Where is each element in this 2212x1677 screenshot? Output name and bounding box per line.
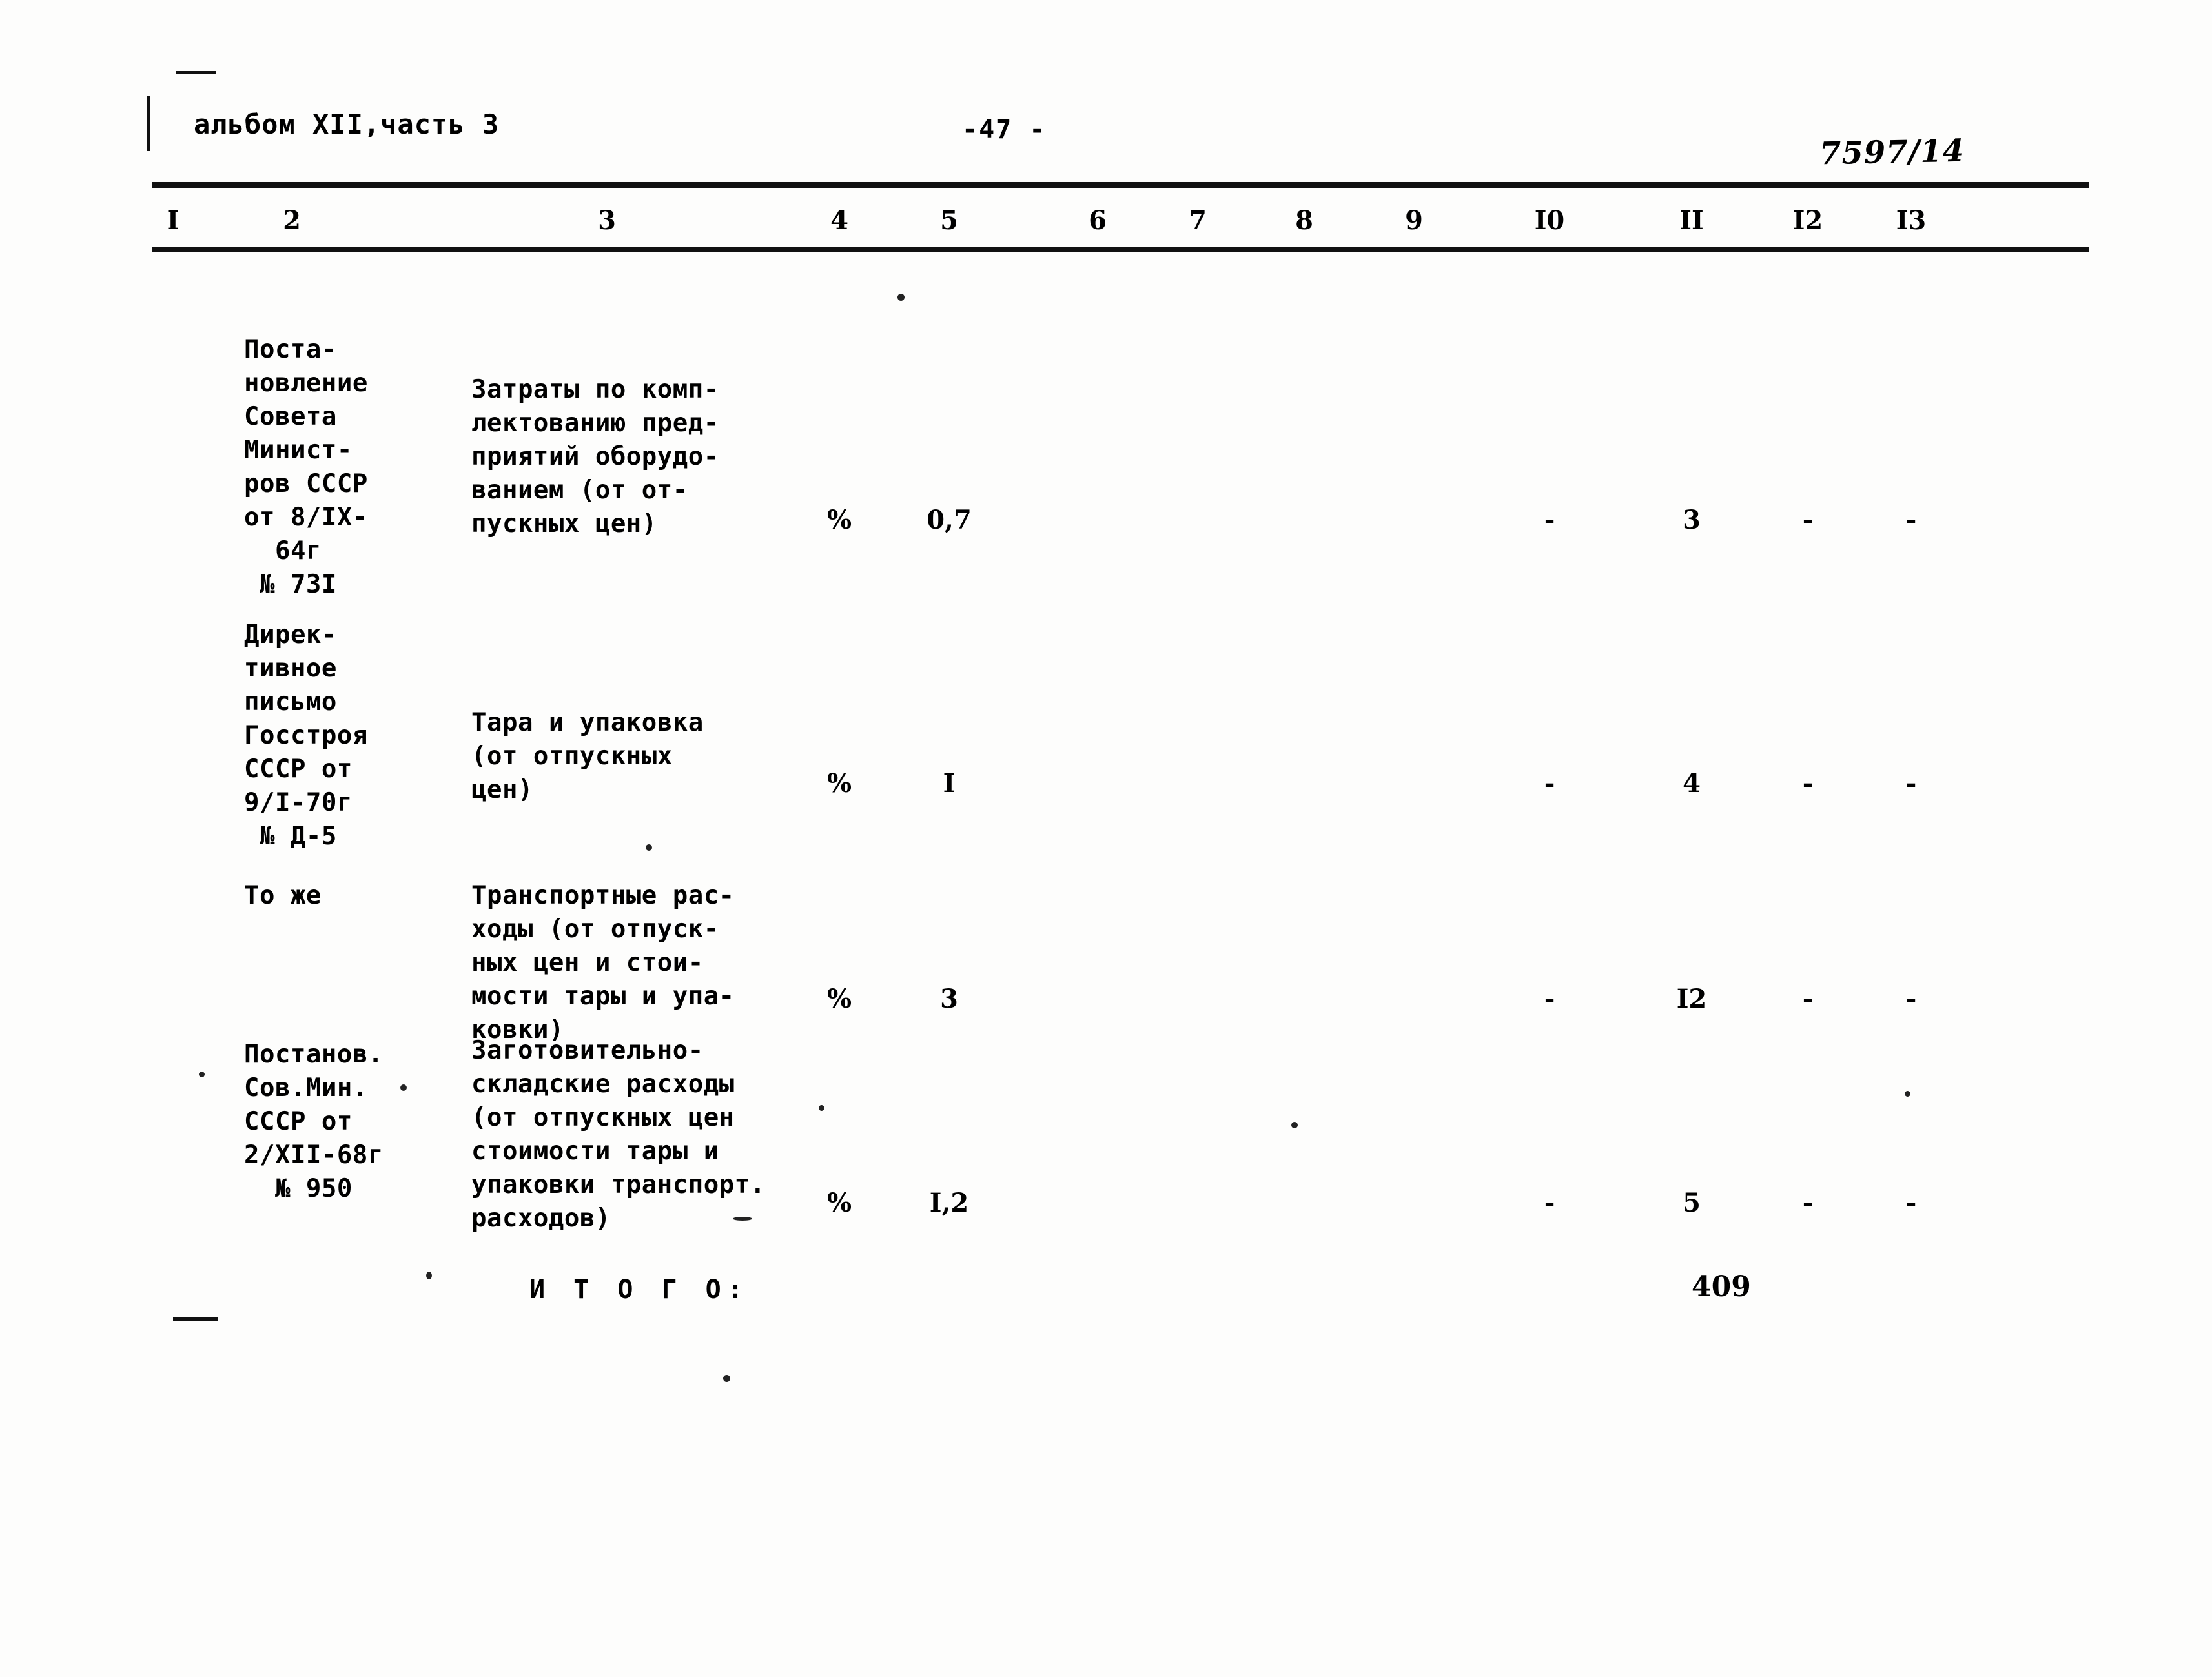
archive-stamp-number: 7597/14 bbox=[1819, 132, 1965, 172]
left-margin-bar bbox=[147, 96, 150, 151]
cell-value-col13: - bbox=[1905, 505, 1917, 535]
scan-speck bbox=[646, 844, 652, 851]
cell-value-col5: I,2 bbox=[929, 1188, 969, 1218]
cell-value-col4: % bbox=[826, 984, 852, 1014]
table-header-rule bbox=[152, 247, 2089, 252]
total-value: 409 bbox=[1692, 1270, 1751, 1303]
cell-value-col5: 3 bbox=[940, 984, 958, 1014]
cell-value-col11: 5 bbox=[1683, 1188, 1701, 1218]
cell-value-col5: I bbox=[943, 768, 956, 798]
cell-value-col10: - bbox=[1544, 505, 1555, 535]
cell-value-col10: - bbox=[1544, 1188, 1555, 1218]
cell-value-col11: I2 bbox=[1676, 984, 1707, 1014]
column-number-2: 2 bbox=[283, 205, 301, 236]
cell-value-col5: 0,7 bbox=[927, 505, 972, 535]
total-label: И Т О Г О: bbox=[529, 1275, 750, 1305]
scan-speck bbox=[400, 1084, 407, 1091]
table-top-rule bbox=[152, 182, 2089, 188]
cell-value-col4: % bbox=[826, 1188, 852, 1218]
cell-description: Тара и упаковка (от отпускных цен) bbox=[471, 708, 704, 804]
column-number-5: 5 bbox=[940, 205, 958, 236]
top-margin-tick bbox=[176, 71, 216, 74]
scan-speck bbox=[723, 1375, 730, 1382]
cell-source-document: Дирек- тивное письмо Госстроя СССР от 9/… bbox=[244, 620, 368, 851]
column-number-13: I3 bbox=[1896, 205, 1927, 236]
column-number-12: I2 bbox=[1792, 205, 1823, 236]
cell-value-col12: - bbox=[1802, 768, 1814, 798]
bottom-margin-tick bbox=[173, 1317, 218, 1321]
cell-value-col12: - bbox=[1802, 1188, 1814, 1218]
column-number-9: 9 bbox=[1405, 205, 1423, 236]
column-number-11: II bbox=[1679, 205, 1704, 236]
cell-description: Транспортные рас- ходы (от отпуск- ных ц… bbox=[471, 881, 735, 1044]
cell-description: Затраты по комп- лектованию пред- прияти… bbox=[471, 375, 719, 538]
scan-speck bbox=[199, 1072, 205, 1077]
column-number-1: I bbox=[167, 205, 179, 236]
column-number-6: 6 bbox=[1089, 205, 1107, 236]
cell-source-document: Поста- новление Совета Минист- ров СССР … bbox=[244, 335, 368, 599]
cell-value-col13: - bbox=[1905, 768, 1917, 798]
cell-value-col12: - bbox=[1802, 984, 1814, 1014]
album-label: альбом XII,часть 3 bbox=[194, 108, 500, 140]
scan-speck bbox=[819, 1105, 824, 1111]
scan-speck bbox=[426, 1272, 432, 1279]
cell-value-col10: - bbox=[1544, 768, 1555, 798]
document-page: альбом XII,часть 3 -47 - 7597/14 I234567… bbox=[0, 0, 2212, 1677]
cell-value-col13: - bbox=[1905, 984, 1917, 1014]
page-number: -47 - bbox=[962, 115, 1047, 145]
cell-value-col4: % bbox=[826, 768, 852, 798]
column-number-7: 7 bbox=[1189, 205, 1207, 236]
cell-source-document: То же bbox=[244, 881, 322, 910]
scan-speck bbox=[1291, 1122, 1298, 1128]
cell-value-col12: - bbox=[1802, 505, 1814, 535]
cell-value-col13: - bbox=[1905, 1188, 1917, 1218]
column-number-4: 4 bbox=[830, 205, 848, 236]
cell-source-document: Постанов. Сов.Мин. СССР от 2/ХII-68г № 9… bbox=[244, 1040, 384, 1203]
cell-value-col10: - bbox=[1544, 984, 1555, 1014]
cell-description: Заготовительно- складские расходы (от от… bbox=[471, 1036, 766, 1233]
cell-value-col11: 3 bbox=[1683, 505, 1701, 535]
cell-value-col4: % bbox=[826, 505, 852, 535]
scan-speck bbox=[733, 1217, 752, 1221]
scan-speck bbox=[1905, 1091, 1910, 1097]
column-number-3: 3 bbox=[598, 205, 616, 236]
column-number-8: 8 bbox=[1295, 205, 1313, 236]
column-number-10: I0 bbox=[1534, 205, 1565, 236]
scan-speck bbox=[897, 294, 905, 301]
cell-value-col11: 4 bbox=[1683, 768, 1701, 798]
